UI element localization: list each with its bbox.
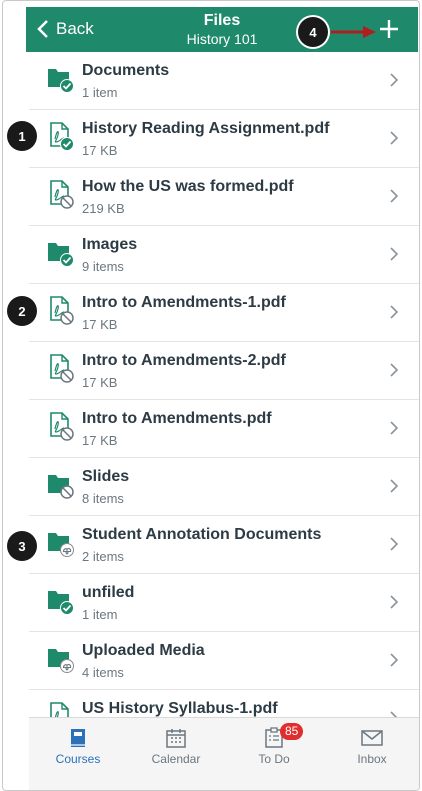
unpublished-icon (60, 427, 74, 441)
folder-row[interactable]: Images 9 items (29, 226, 419, 284)
item-name: Slides (82, 468, 130, 485)
file-row[interactable]: Intro to Amendments.pdf 17 KB (29, 400, 419, 458)
callout-arrow-icon (331, 26, 376, 38)
chevron-right-icon (390, 305, 399, 319)
item-name: Student Annotation Documents (82, 526, 322, 543)
published-icon (60, 253, 74, 267)
folder-row[interactable]: Student Annotation Documents 2 items (29, 516, 419, 574)
file-row[interactable]: History Reading Assignment.pdf 17 KB (29, 110, 419, 168)
item-name: History Reading Assignment.pdf (82, 120, 330, 137)
chevron-right-icon (390, 421, 399, 435)
callout-badge: 2 (7, 296, 37, 326)
inbox-icon (361, 730, 383, 746)
item-meta: 4 items (82, 665, 124, 680)
hidden-link-icon (60, 543, 74, 557)
file-list: Documents 1 item History Reading Assignme… (29, 52, 419, 748)
tab-calendar[interactable]: Calendar (127, 718, 225, 790)
chevron-right-icon (390, 537, 399, 551)
hidden-link-icon (60, 659, 74, 673)
file-row[interactable]: Intro to Amendments-1.pdf 17 KB (29, 284, 419, 342)
unpublished-icon (60, 195, 74, 209)
published-icon (60, 601, 74, 615)
add-icon[interactable] (374, 14, 404, 44)
tab-label: Calendar (151, 752, 201, 766)
tab-courses[interactable]: Courses (29, 718, 127, 790)
item-name: How the US was formed.pdf (82, 178, 294, 195)
courses-icon (71, 729, 85, 747)
chevron-right-icon (390, 189, 399, 203)
item-name: Intro to Amendments-1.pdf (82, 294, 286, 311)
item-meta: 2 items (82, 549, 124, 564)
file-row[interactable]: Intro to Amendments-2.pdf 17 KB (29, 342, 419, 400)
chevron-right-icon (390, 595, 399, 609)
callout-badge: 4 (298, 17, 328, 47)
item-name: Intro to Amendments.pdf (82, 410, 272, 427)
item-meta: 219 KB (82, 201, 125, 216)
item-name: Documents (82, 62, 170, 79)
unpublished-icon (60, 311, 74, 325)
app-frame: Back Files History 101 Documents 1 item H… (2, 0, 420, 791)
callout-badge: 3 (7, 531, 37, 561)
tab-to-do[interactable]: To Do 85 (225, 718, 323, 790)
unpublished-icon (60, 369, 74, 383)
item-name: Images (82, 236, 138, 253)
item-meta: 17 KB (82, 433, 118, 448)
item-meta: 1 item (82, 607, 118, 622)
calendar-icon (166, 729, 186, 748)
item-name: US History Syllabus-1.pdf (82, 700, 278, 717)
folder-row[interactable]: Documents 1 item (29, 52, 419, 110)
tab-label: Courses (55, 752, 101, 766)
tab-bar: Courses Calendar To Do 85 Inbox (29, 717, 419, 790)
folder-row[interactable]: unfiled 1 item (29, 574, 419, 632)
item-meta: 8 items (82, 491, 124, 506)
todo-count-badge: 85 (280, 723, 304, 740)
unpublished-icon (60, 485, 74, 499)
chevron-right-icon (390, 73, 399, 87)
item-meta: 17 KB (82, 317, 118, 332)
published-icon (60, 137, 74, 151)
tab-label: Inbox (357, 752, 387, 766)
chevron-right-icon (390, 363, 399, 377)
chevron-right-icon (390, 479, 399, 493)
item-meta: 9 items (82, 259, 124, 274)
item-name: unfiled (82, 584, 135, 601)
callout-badge: 1 (7, 121, 37, 151)
item-name: Uploaded Media (82, 642, 205, 659)
folder-row[interactable]: Slides 8 items (29, 458, 419, 516)
item-name: Intro to Amendments-2.pdf (82, 352, 286, 369)
chevron-right-icon (390, 653, 399, 667)
chevron-right-icon (390, 247, 399, 261)
published-icon (60, 79, 74, 93)
file-row[interactable]: How the US was formed.pdf 219 KB (29, 168, 419, 226)
item-meta: 17 KB (82, 375, 118, 390)
folder-row[interactable]: Uploaded Media 4 items (29, 632, 419, 690)
tab-inbox[interactable]: Inbox (323, 718, 419, 790)
item-meta: 17 KB (82, 143, 118, 158)
tab-label: To Do (258, 752, 290, 766)
item-meta: 1 item (82, 85, 118, 100)
chevron-right-icon (390, 131, 399, 145)
